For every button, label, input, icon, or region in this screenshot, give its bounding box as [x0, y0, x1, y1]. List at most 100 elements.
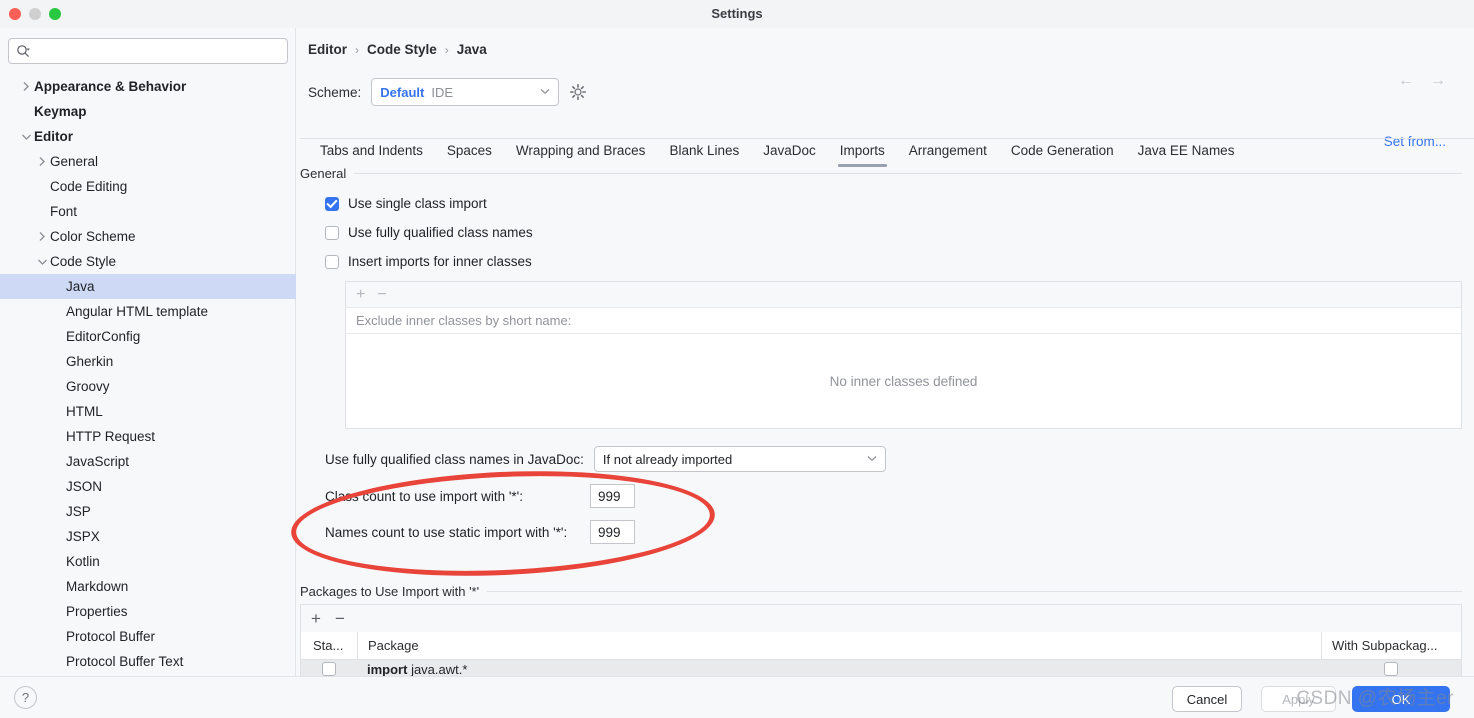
javadoc-fqn-select[interactable]: If not already imported [593, 446, 886, 472]
cancel-button[interactable]: Cancel [1172, 686, 1242, 712]
scheme-row: Scheme: Default IDE [308, 78, 587, 106]
column-header-static[interactable]: Sta... [301, 638, 357, 653]
inner-classes-empty-message: No inner classes defined [829, 373, 978, 389]
sidebar-item-java[interactable]: Java [0, 274, 296, 299]
sidebar-item-general[interactable]: General [0, 149, 296, 174]
plus-icon[interactable]: + [356, 286, 365, 303]
tab-arrangement[interactable]: Arrangement [897, 143, 999, 167]
column-header-package[interactable]: Package [357, 632, 1321, 659]
sidebar-item-label: Java [66, 279, 95, 294]
sidebar-item-html[interactable]: HTML [0, 399, 296, 424]
sidebar-item-label: Groovy [66, 379, 110, 394]
chevron-right-icon[interactable] [36, 231, 48, 243]
checkbox-icon[interactable] [325, 196, 339, 211]
row-package-path: java.awt.* [407, 661, 468, 677]
chevron-down-icon[interactable] [36, 256, 48, 268]
sidebar-item-label: JavaScript [66, 454, 130, 469]
minus-icon[interactable]: − [377, 286, 386, 303]
packages-toolbar: + − [300, 604, 1462, 632]
nav-forward-icon[interactable]: → [1430, 72, 1446, 90]
checkbox-use-single-class-import[interactable]: Use single class import [325, 196, 487, 211]
sidebar-item-label: HTML [66, 404, 103, 419]
sidebar-item-json[interactable]: JSON [0, 474, 296, 499]
tab-wrapping-and-braces[interactable]: Wrapping and Braces [504, 143, 658, 167]
search-input[interactable] [35, 41, 275, 61]
tab-code-generation[interactable]: Code Generation [999, 143, 1126, 167]
checkbox-use-fully-qualified-class-names[interactable]: Use fully qualified class names [325, 225, 533, 240]
sidebar-item-keymap[interactable]: Keymap [0, 99, 296, 124]
tabs-underline [300, 138, 1474, 139]
gear-icon[interactable] [569, 83, 587, 101]
ok-button[interactable]: OK [1352, 686, 1450, 712]
chevron-down-icon[interactable] [20, 131, 32, 143]
sidebar-item-angular-html-template[interactable]: Angular HTML template [0, 299, 296, 324]
sidebar-item-color-scheme[interactable]: Color Scheme [0, 224, 296, 249]
tab-spaces[interactable]: Spaces [435, 143, 504, 167]
checkbox-label: Use single class import [348, 196, 487, 211]
sidebar-item-groovy[interactable]: Groovy [0, 374, 296, 399]
scheme-select[interactable]: Default IDE [371, 78, 560, 106]
sidebar-item-gherkin[interactable]: Gherkin [0, 349, 296, 374]
names-count-input[interactable]: 999 [590, 520, 635, 544]
sidebar-item-markdown[interactable]: Markdown [0, 574, 296, 599]
tab-label: Imports [839, 143, 885, 158]
sidebar-item-editor[interactable]: Editor [0, 124, 296, 149]
checkbox-icon[interactable] [325, 254, 339, 269]
sidebar-item-protocol-buffer-text[interactable]: Protocol Buffer Text [0, 649, 296, 674]
general-group-header: General [300, 166, 1462, 181]
plus-icon[interactable]: + [311, 610, 321, 627]
sidebar-item-label: Editor [34, 129, 73, 144]
tab-javadoc[interactable]: JavaDoc [751, 143, 828, 167]
scheme-value: Default [380, 84, 425, 100]
sidebar-item-jsp[interactable]: JSP [0, 499, 296, 524]
packages-group-title: Packages to Use Import with '*' [300, 584, 480, 599]
sidebar-item-label: Keymap [34, 104, 87, 119]
chevron-right-icon[interactable] [36, 156, 48, 168]
sidebar-item-javascript[interactable]: JavaScript [0, 449, 296, 474]
sidebar-item-appearance-behavior[interactable]: Appearance & Behavior [0, 74, 296, 99]
sidebar-item-font[interactable]: Font [0, 199, 296, 224]
sidebar-item-protocol-buffer[interactable]: Protocol Buffer [0, 624, 296, 649]
tab-imports[interactable]: Imports [828, 143, 897, 167]
javadoc-fqn-row: Use fully qualified class names in JavaD… [325, 446, 886, 472]
minus-icon[interactable]: − [335, 610, 345, 627]
sidebar-item-code-editing[interactable]: Code Editing [0, 174, 296, 199]
tab-tabs-and-indents[interactable]: Tabs and Indents [308, 143, 435, 167]
apply-button[interactable]: Apply [1261, 686, 1336, 712]
checkbox-insert-imports-for-inner-classes[interactable]: Insert imports for inner classes [325, 254, 532, 269]
column-header-with-subpackages[interactable]: With Subpackag... [1321, 632, 1461, 659]
checkbox-icon[interactable] [325, 225, 339, 240]
sidebar-item-editorconfig[interactable]: EditorConfig [0, 324, 296, 349]
tab-label: Spaces [446, 143, 492, 158]
nav-back-icon[interactable]: ← [1398, 72, 1414, 90]
row-package-name: import java.awt.* [357, 662, 1321, 677]
navigation-arrows: ← → [1398, 72, 1446, 90]
tab-blank-lines[interactable]: Blank Lines [657, 143, 751, 167]
row-static-checkbox[interactable] [301, 662, 357, 676]
search-box[interactable] [8, 38, 288, 64]
breadcrumb-item-java[interactable]: Java [457, 42, 487, 57]
help-button[interactable]: ? [14, 686, 37, 709]
breadcrumb-separator-icon: › [444, 42, 449, 57]
checkbox-label: Insert imports for inner classes [348, 254, 532, 269]
sidebar-item-label: Kotlin [66, 554, 100, 569]
tab-java-ee-names[interactable]: Java EE Names [1126, 143, 1247, 167]
row-with-subpackages-checkbox[interactable] [1321, 662, 1461, 676]
settings-tree: Appearance & Behavior Keymap Editor General… [0, 74, 296, 674]
sidebar-item-http-request[interactable]: HTTP Request [0, 424, 296, 449]
sidebar-item-label: JSP [66, 504, 91, 519]
sidebar-item-code-style[interactable]: Code Style [0, 249, 296, 274]
class-count-input[interactable]: 999 [590, 484, 635, 508]
breadcrumb: Editor › Code Style › Java [308, 42, 487, 57]
chevron-right-icon[interactable] [20, 81, 32, 93]
checkbox-icon[interactable] [322, 662, 336, 676]
sidebar-item-label: Protocol Buffer [66, 629, 156, 644]
sidebar-item-label: Code Editing [50, 179, 128, 194]
breadcrumb-item-code-style[interactable]: Code Style [367, 42, 437, 57]
sidebar-item-properties[interactable]: Properties [0, 599, 296, 624]
scheme-scope: IDE [431, 84, 454, 100]
sidebar-item-kotlin[interactable]: Kotlin [0, 549, 296, 574]
breadcrumb-item-editor[interactable]: Editor [308, 42, 347, 57]
sidebar-item-jspx[interactable]: JSPX [0, 524, 296, 549]
checkbox-icon[interactable] [1384, 662, 1398, 676]
